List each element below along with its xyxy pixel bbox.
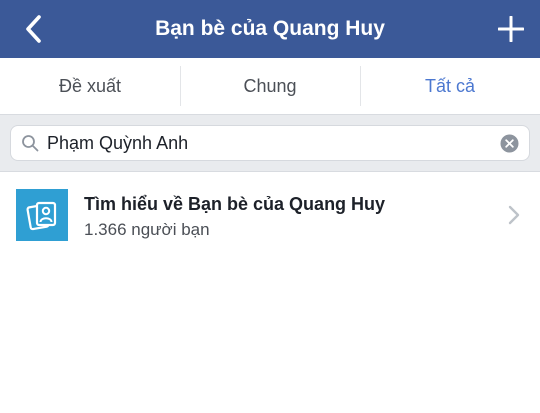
list-item[interactable]: Tìm hiểu về Bạn bè của Quang Huy 1.366 n… — [0, 172, 540, 258]
search-input[interactable] — [47, 126, 487, 160]
result-subtitle: 1.366 người bạn — [84, 220, 210, 239]
tab-mutual[interactable]: Chung — [180, 58, 360, 114]
tab-all[interactable]: Tất cả — [360, 58, 540, 114]
navigation-bar: Bạn bè của Quang Huy — [0, 0, 540, 58]
search-box[interactable] — [10, 125, 530, 161]
search-icon — [22, 135, 39, 152]
search-bar-container — [0, 115, 540, 172]
result-title: Tìm hiểu về Bạn bè của Quang Huy — [84, 194, 386, 214]
chevron-right-icon — [508, 205, 520, 225]
page-title: Bạn bè của Quang Huy — [155, 17, 385, 40]
friends-photos-icon — [26, 201, 57, 231]
result-thumbnail — [16, 189, 68, 241]
filter-tabs: Đề xuất Chung Tất cả — [0, 58, 540, 115]
add-button[interactable] — [496, 14, 526, 44]
tab-suggestions[interactable]: Đề xuất — [0, 58, 180, 114]
clear-icon[interactable] — [500, 134, 519, 153]
plus-icon — [498, 16, 524, 42]
